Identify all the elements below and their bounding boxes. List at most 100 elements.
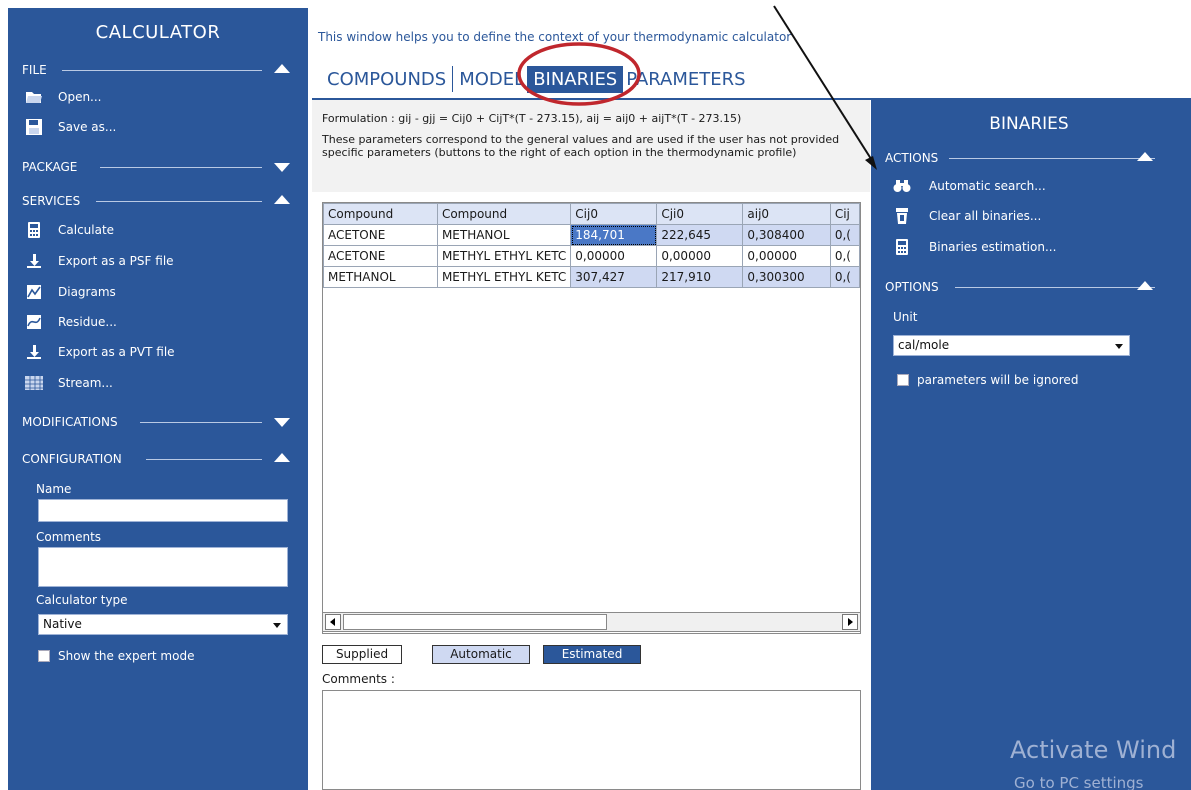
residue-button[interactable]: Residue... [24, 311, 117, 333]
automatic-search-label: Automatic search... [929, 179, 1046, 193]
section-modifications-header[interactable]: MODIFICATIONS [22, 414, 302, 430]
table-cell[interactable]: METHANOL [323, 266, 438, 288]
table-cell[interactable]: METHYL ETHYL KETC [436, 266, 572, 288]
save-as-button[interactable]: Save as... [24, 116, 116, 138]
table-cell[interactable]: ACETONE [323, 224, 438, 246]
table-cell-selected[interactable]: 184,701 [570, 224, 658, 246]
collapse-icon[interactable] [1137, 152, 1153, 161]
table-header-row: Compound Compound Cij0 Cji0 aij0 Cij [323, 203, 860, 225]
table-cell[interactable]: 0,00000 [656, 245, 744, 267]
horizontal-scrollbar[interactable] [322, 612, 861, 632]
scroll-right-button[interactable] [842, 614, 858, 630]
arrow-right-icon [848, 618, 853, 626]
collapse-icon[interactable] [274, 195, 290, 204]
divider [62, 70, 262, 71]
name-label: Name [36, 482, 72, 496]
column-header[interactable]: Cij [829, 203, 860, 225]
binoculars-icon [893, 177, 911, 195]
comments-label: Comments [36, 530, 102, 544]
calculate-button[interactable]: Calculate [24, 219, 114, 241]
table-row[interactable]: METHANOL METHYL ETHYL KETC 307,427 217,9… [323, 266, 860, 288]
export-psf-label: Export as a PSF file [58, 254, 174, 268]
diagrams-button[interactable]: Diagrams [24, 281, 116, 303]
clear-binaries-button[interactable]: Clear all binaries... [893, 205, 1041, 227]
section-options-header[interactable]: OPTIONS [885, 279, 1165, 295]
table-cell[interactable]: ACETONE [323, 245, 438, 267]
divider [146, 459, 262, 460]
unit-select[interactable]: cal/mole [893, 335, 1130, 356]
activation-watermark-sub: Go to PC settings [1014, 774, 1144, 790]
collapse-icon[interactable] [274, 64, 290, 73]
expert-mode-toggle[interactable]: Show the expert mode [38, 649, 194, 663]
name-field[interactable] [38, 499, 288, 522]
table-cell[interactable]: 0,300300 [742, 266, 831, 288]
section-file-header[interactable]: FILE [22, 62, 302, 78]
formulation-text: Formulation : gij - gjj = Cij0 + CijT*(T… [322, 112, 742, 125]
tab-binaries[interactable]: BINARIES [527, 65, 624, 93]
ignore-parameters-checkbox[interactable] [897, 374, 909, 386]
comments-label: Comments : [322, 672, 395, 686]
collapse-icon[interactable] [274, 453, 290, 462]
table-cell[interactable]: 0,00000 [742, 245, 831, 267]
scrollbar-thumb[interactable] [343, 614, 607, 630]
export-psf-button[interactable]: Export as a PSF file [24, 250, 174, 272]
save-icon [24, 117, 44, 137]
expert-mode-label: Show the expert mode [58, 649, 195, 663]
column-header[interactable]: Cij0 [570, 203, 658, 225]
binaries-table[interactable]: Compound Compound Cij0 Cji0 aij0 Cij ACE… [322, 202, 861, 634]
column-header[interactable]: Compound [323, 203, 438, 225]
expert-mode-checkbox[interactable] [38, 650, 50, 662]
section-package-label: PACKAGE [22, 160, 78, 174]
table-cell[interactable]: 0,( [829, 266, 860, 288]
calculator-sidebar: CALCULATOR FILE Open... Save as... PACKA… [8, 8, 308, 790]
diagram-icon [24, 282, 44, 302]
ignore-parameters-toggle[interactable]: parameters will be ignored [897, 373, 1078, 387]
automatic-search-button[interactable]: Automatic search... [893, 175, 1046, 197]
scroll-left-button[interactable] [325, 614, 341, 630]
column-header[interactable]: Compound [436, 203, 572, 225]
table-cell[interactable]: METHYL ETHYL KETC [436, 245, 572, 267]
comments-textarea[interactable] [322, 690, 861, 790]
tab-compounds[interactable]: COMPOUNDS [324, 65, 449, 94]
open-button[interactable]: Open... [24, 86, 102, 108]
tab-model[interactable]: MODEL [456, 65, 527, 94]
unit-value: cal/mole [898, 338, 950, 352]
calculator-icon [893, 238, 911, 256]
section-configuration-header[interactable]: CONFIGURATION [22, 451, 302, 467]
section-package-header[interactable]: PACKAGE [22, 159, 302, 175]
stream-label: Stream... [58, 376, 113, 390]
unit-label: Unit [893, 310, 918, 324]
section-options-label: OPTIONS [885, 280, 939, 294]
calculator-type-select[interactable]: Native [38, 614, 288, 635]
section-services-header[interactable]: SERVICES [22, 193, 302, 209]
activation-watermark: Activate Wind [1010, 736, 1177, 764]
table-cell[interactable]: 222,645 [656, 224, 744, 246]
stream-button[interactable]: Stream... [24, 372, 113, 394]
column-header[interactable]: aij0 [742, 203, 831, 225]
section-actions-header[interactable]: ACTIONS [885, 150, 1165, 166]
table-row[interactable]: ACETONE METHYL ETHYL KETC 0,00000 0,0000… [323, 245, 860, 267]
table-cell[interactable]: 0,( [829, 245, 860, 267]
collapse-icon[interactable] [1137, 281, 1153, 290]
tab-bar: COMPOUNDS MODEL BINARIES PARAMETERS [324, 62, 749, 96]
table-cell[interactable]: 0,( [829, 224, 860, 246]
table-row[interactable]: ACETONE METHANOL 184,701 222,645 0,30840… [323, 224, 860, 246]
residue-label: Residue... [58, 315, 117, 329]
comments-field[interactable] [38, 547, 288, 587]
column-header[interactable]: Cji0 [656, 203, 744, 225]
table-cell[interactable]: 217,910 [656, 266, 744, 288]
table-cell[interactable]: 0,308400 [742, 224, 831, 246]
table-cell[interactable]: 307,427 [570, 266, 658, 288]
intro-text: This window helps you to define the cont… [318, 30, 792, 44]
parameters-note: These parameters correspond to the gener… [322, 133, 840, 159]
table-cell[interactable]: 0,00000 [570, 245, 658, 267]
legend-automatic: Automatic [432, 645, 530, 664]
expand-icon[interactable] [274, 163, 290, 172]
section-configuration-label: CONFIGURATION [22, 452, 122, 466]
tab-parameters[interactable]: PARAMETERS [623, 65, 748, 94]
export-pvt-button[interactable]: Export as a PVT file [24, 341, 175, 363]
table-cell[interactable]: METHANOL [436, 224, 572, 246]
binaries-estimation-button[interactable]: Binaries estimation... [893, 236, 1056, 258]
expand-icon[interactable] [274, 418, 290, 427]
residue-icon [24, 312, 44, 332]
